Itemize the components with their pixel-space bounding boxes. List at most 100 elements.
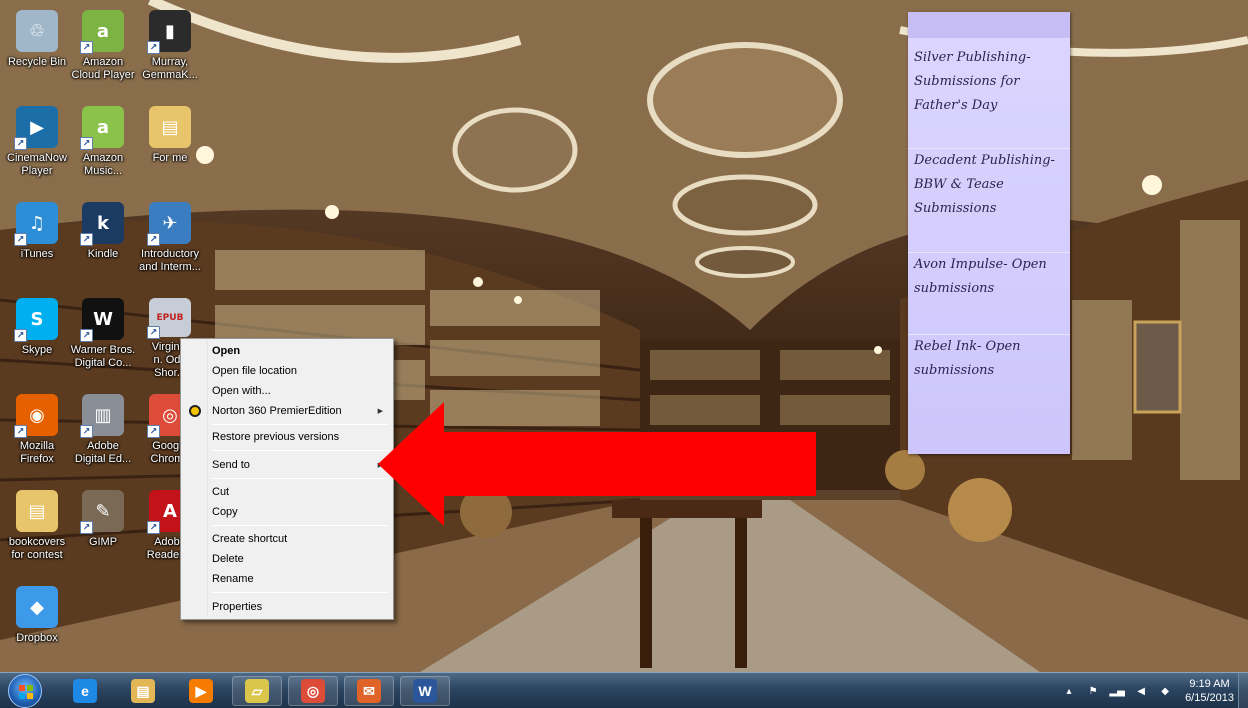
warner-bros-icon: W ↗ — [80, 298, 124, 342]
desktop-icon-label: Kindle — [87, 248, 119, 260]
menu-item-cut[interactable]: Cut — [183, 482, 391, 502]
volume-icon[interactable]: ◀ — [1134, 685, 1148, 697]
desktop-icon[interactable]: ◆ Dropbox — [4, 582, 70, 668]
menu-item-create-shortcut[interactable]: Create shortcut — [183, 529, 391, 549]
network-signal-icon[interactable]: ▂▄ — [1109, 685, 1124, 697]
desktop-icon[interactable]: S ↗ Skype — [4, 294, 70, 380]
taskbar: e ▤ ▶ ▱ ◎ ✉ W ▴ ⚑ ▂▄ ◀ ◆ 9:19 AM 6/15/2013 — [0, 672, 1248, 708]
document-icon: ✈ ↗ — [147, 202, 191, 246]
show-desktop-button[interactable] — [1238, 673, 1248, 708]
shortcut-arrow-icon: ↗ — [14, 137, 27, 150]
menu-item-send-to[interactable]: Send to ▶ — [183, 455, 391, 475]
desktop-icon[interactable]: ◉ ↗ Mozilla Firefox — [4, 390, 70, 476]
desktop-icon[interactable]: ♫ ↗ iTunes — [4, 198, 70, 284]
shortcut-arrow-icon: ↗ — [80, 137, 93, 150]
folder-icon: ▤ — [149, 106, 191, 148]
desktop-icon-label: Recycle Bin — [7, 56, 67, 68]
desktop-icon[interactable]: k ↗ Kindle — [70, 198, 136, 284]
kindle-icon: k ↗ — [80, 202, 124, 246]
note-entry-decadent-publishing: Decadent Publishing- BBW & Tease Submiss… — [908, 148, 1070, 238]
windows-logo-icon — [19, 685, 33, 699]
shortcut-arrow-icon: ↗ — [80, 425, 93, 438]
desktop-icon[interactable]: ▶ ↗ CinemaNow Player — [4, 102, 70, 188]
recycle-bin-icon: ♲ — [16, 10, 58, 52]
desktop-icon[interactable]: ▤ For me — [137, 102, 203, 188]
sticky-note[interactable]: Silver Publishing- Submissions for Fathe… — [908, 12, 1070, 454]
shortcut-arrow-icon: ↗ — [147, 521, 160, 534]
shortcut-arrow-icon: ↗ — [14, 329, 27, 342]
book-cover-icon: ▮ ↗ — [147, 10, 191, 54]
desktop-icon[interactable]: a ↗ Amazon Music... — [70, 102, 136, 188]
show-hidden-icons-icon[interactable]: ▴ — [1062, 685, 1076, 697]
dropbox-icon: ◆ — [16, 586, 58, 628]
taskbar-button[interactable]: e — [60, 676, 110, 706]
taskbar-button[interactable]: ▤ — [118, 676, 168, 706]
menu-item-restore-previous-versions[interactable]: Restore previous versions — [183, 427, 391, 447]
desktop-icon[interactable]: ♲ Recycle Bin — [4, 6, 70, 92]
sticky-note-titlebar[interactable] — [908, 12, 1070, 38]
taskbar-clock[interactable]: 9:19 AM 6/15/2013 — [1185, 677, 1234, 705]
gimp-icon: ✎ ↗ — [80, 490, 124, 534]
norton-icon — [189, 405, 201, 417]
taskbar-button[interactable]: ◎ — [288, 676, 338, 706]
desktop-icon-label: Mozilla Firefox — [19, 440, 55, 465]
file-explorer-icon: ▤ — [131, 679, 155, 703]
clock-date: 6/15/2013 — [1185, 692, 1234, 704]
desktop-icon[interactable]: a ↗ Amazon Cloud Player — [70, 6, 136, 92]
menu-item-send-to-label: Send to — [212, 459, 250, 471]
system-tray: ▴ ⚑ ▂▄ ◀ ◆ 9:19 AM 6/15/2013 — [1057, 676, 1234, 706]
sticky-notes-icon: ▱ — [245, 679, 269, 703]
itunes-icon: ♫ ↗ — [14, 202, 58, 246]
folder-icon: ▤ — [16, 490, 58, 532]
note-entry-rebel-ink: Rebel Ink- Open submissions — [908, 334, 1070, 390]
adobe-digital-editions-icon: ▥ ↗ — [80, 394, 124, 438]
menu-item-open-file-location[interactable]: Open file location — [183, 361, 391, 381]
dropbox-tray-icon[interactable]: ◆ — [1158, 685, 1172, 697]
desktop-icon[interactable]: ✎ ↗ GIMP — [70, 486, 136, 572]
desktop-icon-label: Adobe Digital Ed... — [74, 440, 132, 465]
shortcut-arrow-icon: ↗ — [80, 521, 93, 534]
mail-icon: ✉ — [357, 679, 381, 703]
desktop-icon-label: Amazon Cloud Player — [71, 56, 135, 81]
chrome-icon: ◎ — [301, 679, 325, 703]
file-context-menu: Open Open file location Open with... Nor… — [180, 338, 394, 620]
menu-separator — [211, 592, 389, 593]
taskbar-button[interactable]: ▶ — [176, 676, 226, 706]
desktop-icon[interactable]: ▥ ↗ Adobe Digital Ed... — [70, 390, 136, 476]
menu-item-rename[interactable]: Rename — [183, 569, 391, 589]
taskbar-button[interactable]: ✉ — [344, 676, 394, 706]
shortcut-arrow-icon: ↗ — [147, 326, 160, 339]
desktop-icon-label: Amazon Music... — [82, 152, 124, 177]
desktop-icon[interactable]: ▮ ↗ Murray, GemmaK... — [137, 6, 203, 92]
start-button[interactable] — [8, 674, 42, 708]
desktop-icon-label: Warner Bros. Digital Co... — [70, 344, 136, 369]
desktop-icon-label: Dropbox — [16, 632, 58, 644]
shortcut-arrow-icon: ↗ — [147, 425, 160, 438]
taskbar-button[interactable]: ▱ — [232, 676, 282, 706]
menu-separator — [211, 525, 389, 526]
menu-separator — [211, 424, 389, 425]
menu-item-delete[interactable]: Delete — [183, 549, 391, 569]
desktop-icon-label: Introductory and Interm... — [139, 248, 201, 273]
desktop-icon-label: Murray, GemmaK... — [142, 56, 198, 81]
firefox-icon: ◉ ↗ — [14, 394, 58, 438]
amazon-music-icon: a ↗ — [80, 106, 124, 150]
menu-item-open[interactable]: Open — [183, 341, 391, 361]
cinemanow-icon: ▶ ↗ — [14, 106, 58, 150]
action-center-flag-icon[interactable]: ⚑ — [1086, 685, 1100, 697]
menu-item-copy[interactable]: Copy — [183, 502, 391, 522]
desktop-icon[interactable]: W ↗ Warner Bros. Digital Co... — [70, 294, 136, 380]
menu-item-properties[interactable]: Properties — [183, 597, 391, 617]
taskbar-button[interactable]: W — [400, 676, 450, 706]
menu-item-open-with[interactable]: Open with... — [183, 381, 391, 401]
desktop-icon-label: GIMP — [88, 536, 118, 548]
note-entry-silver-publishing: Silver Publishing- Submissions for Fathe… — [914, 50, 1031, 113]
shortcut-arrow-icon: ↗ — [80, 233, 93, 246]
desktop-icon[interactable]: ▤ bookcovers for contest — [4, 486, 70, 572]
menu-item-norton[interactable]: Norton 360 PremierEdition ▶ — [183, 401, 391, 421]
desktop-icon[interactable]: ✈ ↗ Introductory and Interm... — [137, 198, 203, 284]
menu-item-norton-label: Norton 360 PremierEdition — [212, 405, 342, 417]
shortcut-arrow-icon: ↗ — [14, 233, 27, 246]
arrow-shape — [378, 402, 816, 526]
red-arrow-annotation — [378, 402, 816, 526]
